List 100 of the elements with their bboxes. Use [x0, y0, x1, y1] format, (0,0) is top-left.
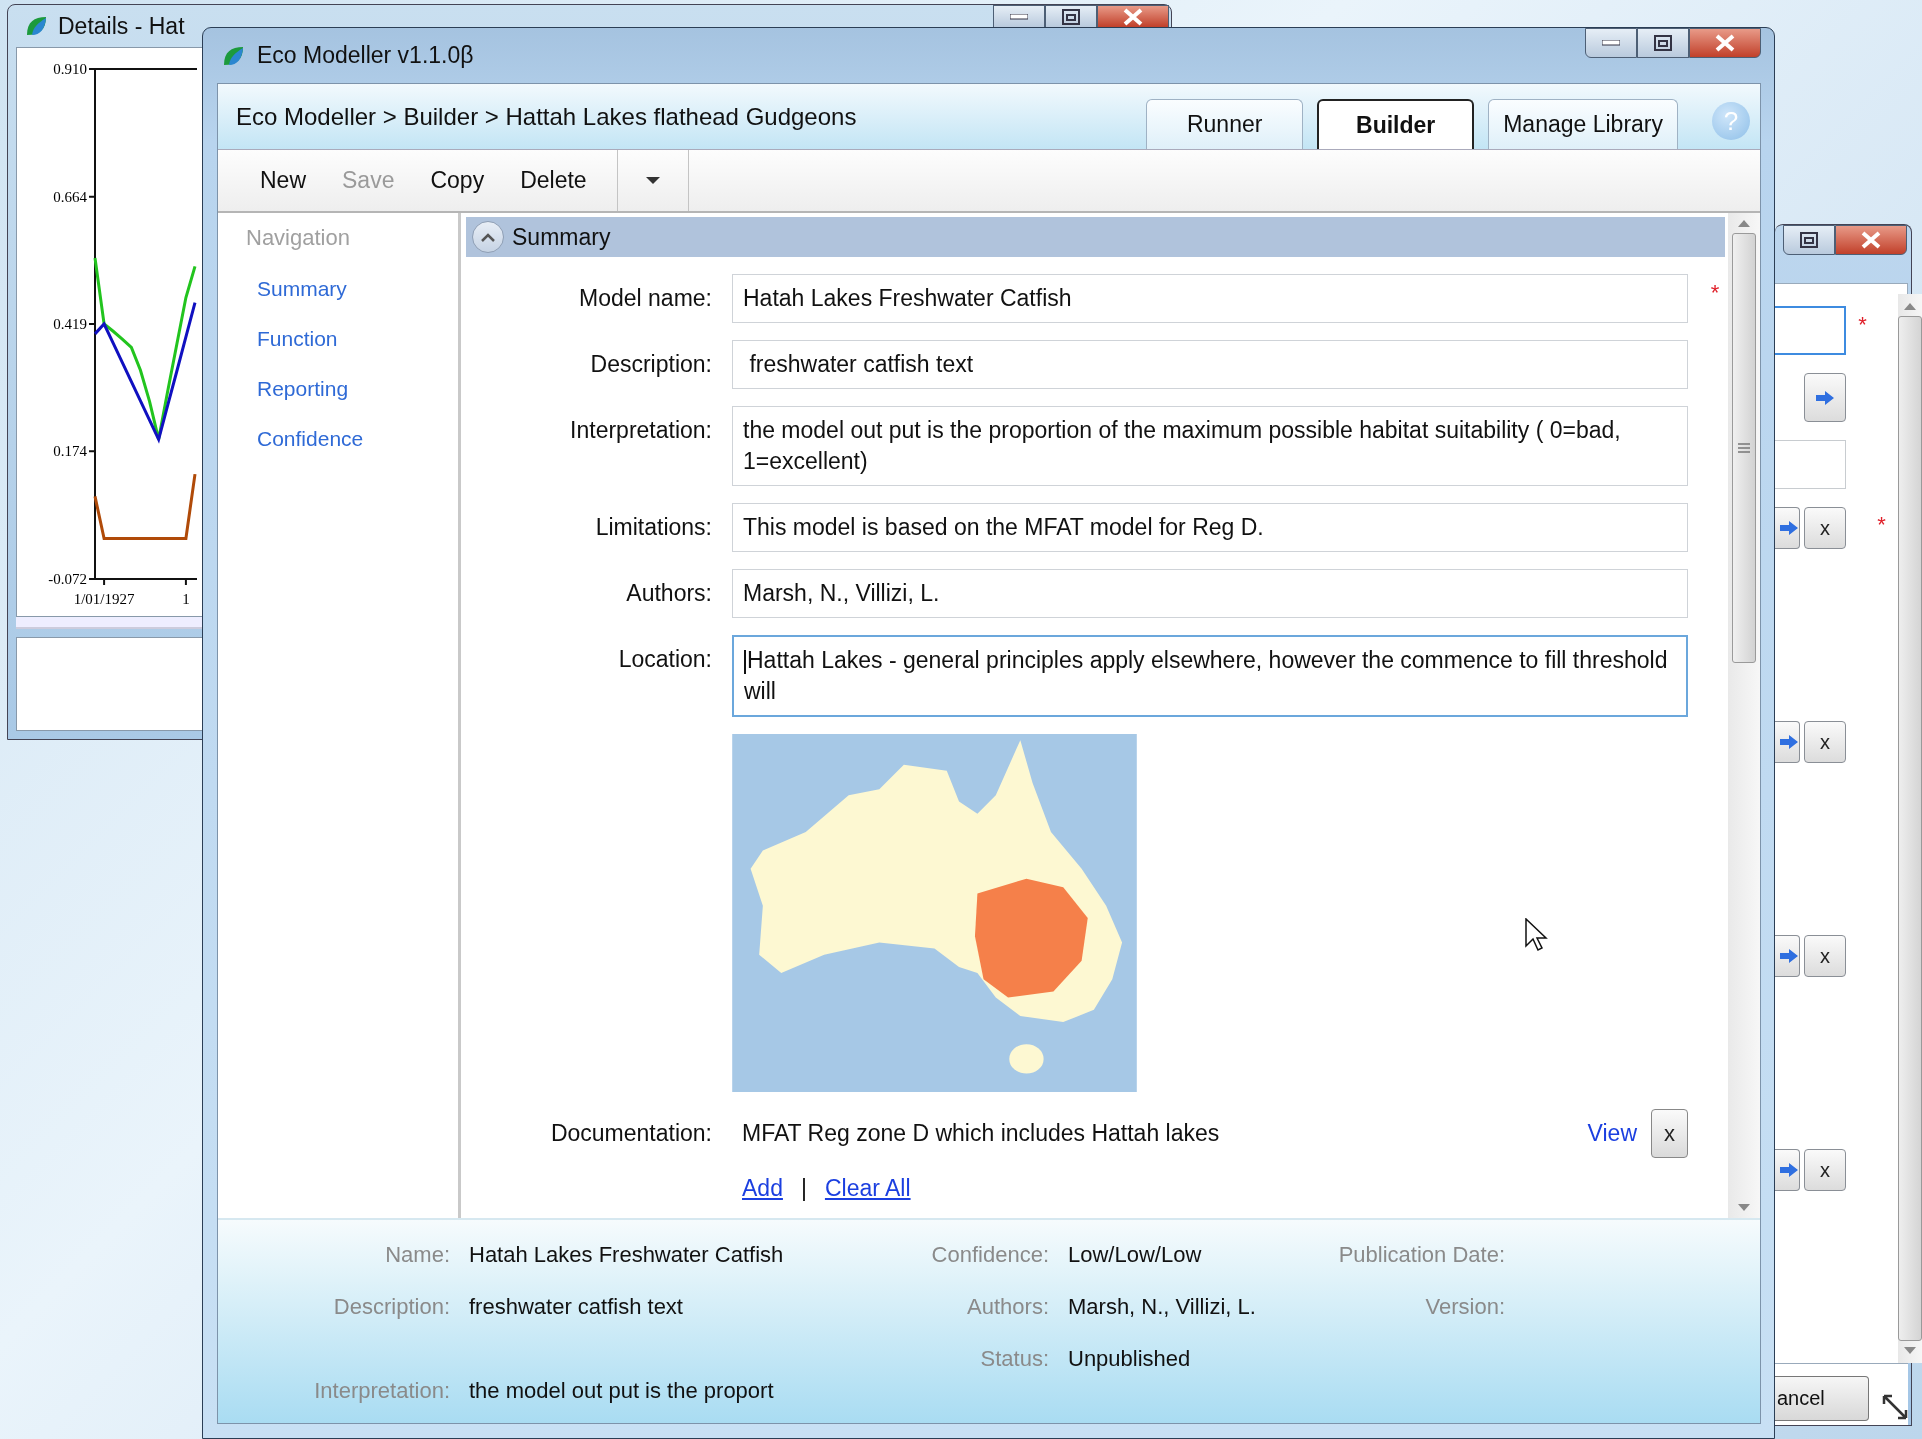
tab[interactable]: Manage Library [1488, 99, 1678, 149]
navigation-link[interactable]: Function [247, 327, 338, 351]
leaf-icon [24, 14, 48, 38]
field-label: Location: [617, 645, 712, 674]
input-field[interactable] [1775, 306, 1846, 355]
detail-label: Version: [1424, 1295, 1505, 1319]
axis-tick-label: 0.174 [53, 443, 87, 460]
close-button[interactable] [1689, 28, 1761, 58]
detail-label: Status: [979, 1347, 1049, 1371]
window-title: Eco Modeller v1.1.0β [257, 42, 474, 69]
toolbar-button[interactable]: Copy [412, 150, 503, 211]
detail-label: Interpretation: [313, 1379, 450, 1403]
breadcrumb: Eco Modeller > Builder > Hattah Lakes flathead Gudgeons [236, 102, 857, 131]
maximize-button[interactable] [1783, 225, 1835, 255]
remove-button[interactable]: x [1651, 1109, 1688, 1158]
maximize-icon [1800, 232, 1818, 248]
window-title: Details - Hat [58, 12, 185, 40]
close-icon [1122, 7, 1144, 26]
field-label: Model name: [578, 284, 712, 313]
maximize-button[interactable] [1637, 28, 1689, 58]
field-label: Limitations: [594, 513, 712, 542]
scrollbar-thumb[interactable] [1732, 233, 1756, 663]
close-icon [1714, 34, 1736, 52]
required-mark: * [1709, 279, 1721, 306]
detail-value: Hatah Lakes Freshwater Catfish [469, 1243, 785, 1267]
arrow-right-icon [1779, 520, 1799, 536]
close-icon [1860, 231, 1882, 249]
remove-button[interactable]: x [1804, 507, 1846, 549]
input-field[interactable] [1775, 440, 1846, 489]
axis-tick-label: 0.664 [53, 188, 87, 205]
arrow-button[interactable] [1775, 935, 1800, 977]
maximize-button[interactable] [1045, 5, 1097, 27]
field-label: Interpretation: [569, 416, 712, 445]
detail-label: Name: [384, 1243, 450, 1267]
input-field[interactable]: the model out put is the proportion of the maximum possible habitat suitability ( 0=bad, 1=excellent) [732, 406, 1688, 486]
close-button[interactable] [1097, 5, 1169, 27]
required-mark: * [1857, 311, 1868, 338]
axis-tick-label: -0.072 [48, 571, 87, 587]
detail-value: Marsh, N., Villizi, L. [1068, 1295, 1257, 1319]
arrow-right-icon [1779, 734, 1799, 750]
input-field[interactable]: Marsh, N., Villizi, L. [732, 569, 1688, 618]
arrow-right-icon [1779, 948, 1799, 964]
resize-arrow-icon [1882, 1394, 1908, 1420]
navigation-link[interactable]: Confidence [247, 427, 364, 451]
minimize-button[interactable] [993, 5, 1045, 27]
section-title: Summary [512, 223, 611, 251]
scroll-up-icon [1738, 219, 1750, 227]
arrow-button[interactable] [1775, 721, 1800, 763]
input-field[interactable]: freshwater catfish text [732, 340, 1688, 389]
collapse-button[interactable] [472, 221, 504, 253]
axis-tick-label: 1/01/1927 [73, 591, 135, 607]
field-label: Documentation: [549, 1119, 712, 1148]
input-field[interactable]: Hattah Lakes - general principles apply elsewhere, however the commence to fill threshold will [732, 635, 1688, 717]
detail-label: Authors: [966, 1295, 1049, 1319]
scroll-down-icon [1738, 1204, 1750, 1212]
navigation-heading: Navigation [246, 225, 351, 251]
minimize-icon [1010, 13, 1028, 20]
cursor-icon [1525, 918, 1549, 952]
remove-button[interactable]: x [1804, 935, 1846, 977]
add-link[interactable]: Add [742, 1174, 783, 1202]
navigation-link[interactable]: Reporting [247, 377, 349, 401]
view-link[interactable]: View [1587, 1120, 1637, 1147]
scroll-up-icon [1904, 302, 1916, 310]
detail-label: Description: [332, 1295, 450, 1319]
close-button[interactable] [1835, 225, 1907, 255]
maximize-icon [1062, 8, 1080, 25]
minimize-button[interactable] [1585, 28, 1637, 58]
chevron-icon [481, 232, 495, 242]
scroll-down-icon [1904, 1347, 1916, 1355]
arrow-right-icon [1779, 1162, 1799, 1178]
input-field[interactable]: Hatah Lakes Freshwater Catfish [732, 274, 1688, 323]
field-label: Authors: [625, 579, 712, 608]
cancel-button[interactable]: ancel [1775, 1376, 1869, 1421]
field-label: Description: [589, 350, 712, 379]
tab[interactable]: Runner [1146, 99, 1304, 149]
detail-label: Publication Date: [1337, 1243, 1505, 1267]
input-field[interactable]: This model is based on the MFAT model for Reg D. [732, 503, 1688, 552]
separator-text: | [800, 1174, 807, 1202]
tab[interactable]: Builder [1317, 99, 1475, 149]
grip-icon [1738, 442, 1750, 454]
clear-all-link[interactable]: Clear All [824, 1174, 911, 1202]
detail-value: freshwater catfish text [469, 1295, 684, 1319]
toolbar-button[interactable]: New [242, 150, 324, 211]
detail-value: the model out put is the proport [469, 1379, 775, 1403]
scrollbar[interactable] [1728, 213, 1760, 1218]
caret-icon [645, 176, 660, 185]
arrow-button[interactable] [1775, 1149, 1800, 1191]
remove-button[interactable]: x [1804, 721, 1846, 763]
arrow-button[interactable] [1804, 373, 1846, 422]
toolbar-button[interactable]: Delete [502, 150, 605, 211]
axis-tick-label: 0.910 [53, 61, 87, 77]
remove-button[interactable]: x [1804, 1149, 1846, 1191]
required-mark: * [1876, 511, 1887, 537]
axis-tick-label: 1 [182, 591, 190, 607]
arrow-button[interactable] [1775, 507, 1800, 549]
detail-value: Unpublished [1068, 1347, 1192, 1371]
detail-value: Low/Low/Low [1068, 1243, 1203, 1267]
horizontal-scrollbar[interactable] [16, 617, 202, 629]
maximize-icon [1654, 35, 1672, 51]
navigation-link[interactable]: Summary [247, 277, 347, 301]
